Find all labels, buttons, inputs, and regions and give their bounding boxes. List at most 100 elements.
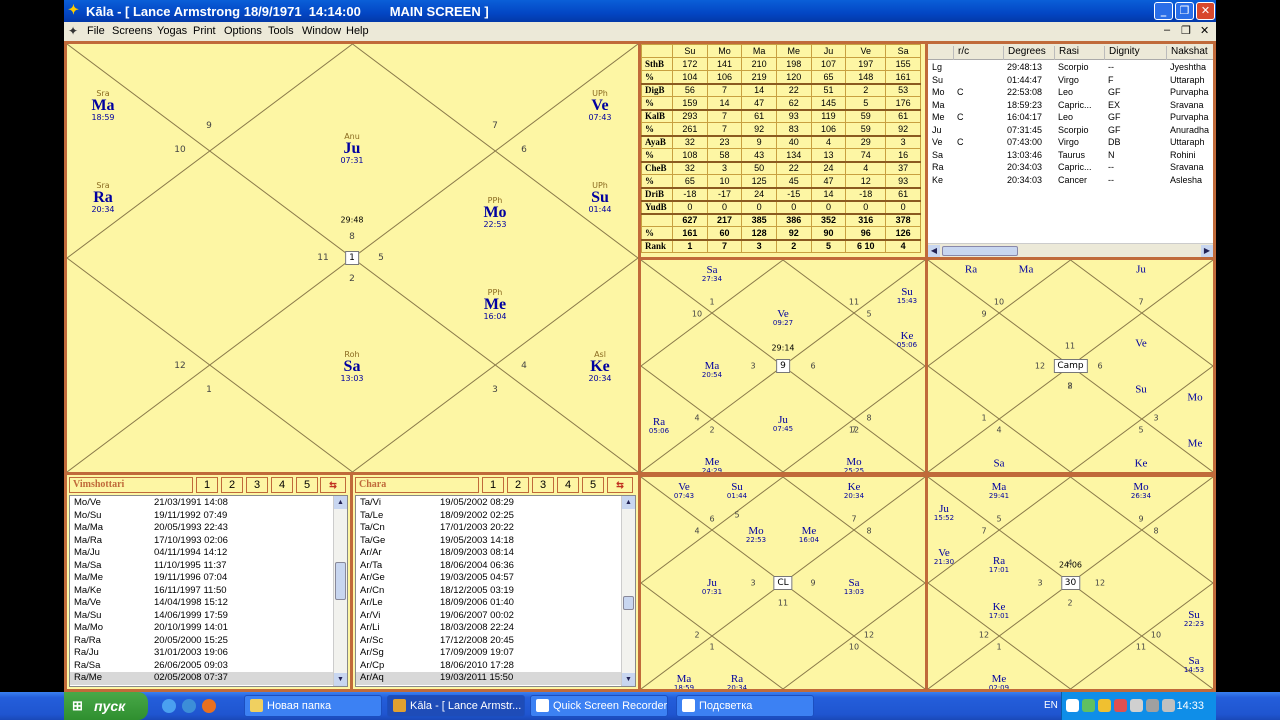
tray-icon[interactable] [1162, 699, 1175, 712]
minimize-button[interactable]: _ [1154, 2, 1173, 20]
center-box[interactable]: Camp [1053, 359, 1088, 373]
dasha-row[interactable]: Ar/Le 18/09/2006 01:40 [356, 597, 635, 610]
scroll-up-icon[interactable]: ▲ [622, 496, 635, 509]
table-row[interactable]: Mo C 22:53:08 Leo GF Purvapha [928, 87, 1213, 99]
dasha-row[interactable]: Ar/Cn 18/12/2005 03:19 [356, 585, 635, 598]
task-kala[interactable]: Kāla - [ Lance Armstr... [387, 695, 525, 717]
tray-icon[interactable] [1098, 699, 1111, 712]
title-bar[interactable]: ✦ Kāla - [ Lance Armstrong 18/9/1971 14:… [64, 0, 1216, 22]
scroll-down-icon[interactable]: ▼ [334, 673, 347, 686]
dasha-row[interactable]: Ar/Sc 17/12/2008 20:45 [356, 635, 635, 648]
app-menu-icon[interactable]: ✦ [68, 24, 78, 38]
dasha-row[interactable]: Ta/Cn 17/01/2003 20:22 [356, 522, 635, 535]
table-row[interactable]: Lg 29:48:13 Scorpio -- Jyeshtha [928, 62, 1213, 74]
dasha-row[interactable]: Ar/Ge 19/03/2005 04:57 [356, 572, 635, 585]
menu-window[interactable]: Window [302, 25, 341, 37]
mdi-restore-icon[interactable]: ❐ [1181, 24, 1191, 37]
center-box[interactable]: CL [773, 576, 793, 590]
cl-chart[interactable]: Ve 07:43 Su 01:44 Ke 20:34 Mo 22:53 Me 16:04 Ju 07:… [641, 477, 925, 689]
menu-options[interactable]: Options [224, 25, 262, 37]
dasha-row[interactable]: Mo/Ve 21/03/1991 14:08 [70, 497, 347, 510]
swap-arrows-icon[interactable]: ⇆ [320, 477, 346, 493]
dasha-row[interactable]: Ta/Le 18/09/2002 02:25 [356, 510, 635, 523]
dasha-row[interactable]: Ra/Ju 31/01/2003 19:06 [70, 647, 347, 660]
task-new-folder[interactable]: Новая папка [244, 695, 382, 717]
tray-icon[interactable] [1146, 699, 1159, 712]
dasha-row[interactable]: Ar/Ar 18/09/2003 08:14 [356, 547, 635, 560]
navamsa-chart[interactable]: Sa 27:34 Su 15:43 Ve 09:27 Ke 05:06 Ma 20:54 Ra 05:… [641, 260, 925, 472]
menu-tools[interactable]: Tools [268, 25, 294, 37]
scroll-left-icon[interactable]: ◀ [928, 245, 940, 257]
tray-icon[interactable] [1082, 699, 1095, 712]
table-row[interactable]: Ve C 07:43:00 Virgo DB Uttaraph [928, 137, 1213, 149]
level-4-button[interactable]: 4 [557, 477, 579, 493]
menu-screens[interactable]: Screens [112, 25, 152, 37]
level-3-button[interactable]: 3 [246, 477, 268, 493]
scroll-thumb[interactable] [335, 562, 346, 600]
dasha-row[interactable]: Ma/Ju 04/11/1994 14:12 [70, 547, 347, 560]
tray-icon[interactable] [1130, 699, 1143, 712]
level-4-button[interactable]: 4 [271, 477, 293, 493]
center-box[interactable]: 30 [1060, 576, 1081, 590]
scroll-thumb[interactable] [942, 246, 1018, 256]
level-2-button[interactable]: 2 [507, 477, 529, 493]
swap-arrows-icon[interactable]: ⇆ [607, 477, 633, 493]
table-row[interactable]: Ra 20:34:03 Capric... -- Sravana [928, 162, 1213, 174]
menu-yogas[interactable]: Yogas [157, 25, 187, 37]
ie-icon[interactable] [182, 699, 196, 713]
menu-help[interactable]: Help [346, 25, 369, 37]
dasha-row[interactable]: Ra/Me 02/05/2008 07:37 [70, 672, 347, 685]
level-5-button[interactable]: 5 [296, 477, 318, 493]
table-row[interactable]: Sa 13:03:46 Taurus N Rohini [928, 150, 1213, 162]
dasha-row[interactable]: Ar/Sg 17/09/2009 19:07 [356, 647, 635, 660]
table-row[interactable]: Ju 07:31:45 Scorpio GF Anuradha [928, 125, 1213, 137]
ascendant-box[interactable]: 1 [345, 251, 359, 265]
dasha-list[interactable]: Ta/Vi 19/05/2002 08:29 Ta/Le 18/09/2002 02:… [355, 495, 636, 687]
dasha-row[interactable]: Ma/Ve 14/04/1998 15:12 [70, 597, 347, 610]
dasha-row[interactable]: Ra/Sa 26/06/2005 09:03 [70, 660, 347, 673]
camp-chart[interactable]: Ra Ma Ju Ve Su Mo Me Sa Ke 10 9 11 8 7 12 6 2 1 4 3 5 Camp [928, 260, 1213, 472]
level-1-button[interactable]: 1 [196, 477, 218, 493]
level-2-button[interactable]: 2 [221, 477, 243, 493]
mdi-minimize-icon[interactable]: – [1164, 24, 1170, 36]
task-screen-recorder[interactable]: Quick Screen Recorder [530, 695, 668, 717]
vertical-scrollbar[interactable]: ▲ ▼ [621, 496, 635, 686]
center-box[interactable]: 9 [776, 359, 790, 373]
table-row[interactable]: Su 01:44:47 Virgo F Uttaraph [928, 75, 1213, 87]
level-5-button[interactable]: 5 [582, 477, 604, 493]
dasha-row[interactable]: Ra/Ra 20/05/2000 15:25 [70, 635, 347, 648]
table-row[interactable]: Ke 20:34:03 Cancer -- Aslesha [928, 175, 1213, 187]
dasha-row[interactable]: Ta/Ge 19/05/2003 14:18 [356, 535, 635, 548]
language-indicator[interactable]: EN [1044, 700, 1058, 711]
clock[interactable]: 14:33 [1176, 700, 1204, 712]
dasha-list[interactable]: Mo/Ve 21/03/1991 14:08 Mo/Su 19/11/1992 07:… [69, 495, 348, 687]
table-row[interactable]: Ma 18:59:23 Capric... EX Sravana [928, 100, 1213, 112]
scroll-down-icon[interactable]: ▼ [622, 673, 635, 686]
menu-file[interactable]: File [87, 25, 105, 37]
dasha-row[interactable]: Ar/Li 18/03/2008 22:24 [356, 622, 635, 635]
d30-chart[interactable]: Ma 29:41 Mo 26:34 Ju 15:52 Ve 21:30 Ra 17:01 Ke 17:… [928, 477, 1213, 689]
tray-icon[interactable] [1066, 699, 1079, 712]
start-button[interactable]: ⊞ пуск [64, 692, 148, 720]
table-row[interactable]: Me C 16:04:17 Leo GF Purvapha [928, 112, 1213, 124]
scroll-thumb[interactable] [623, 596, 634, 610]
dasha-row[interactable]: Ma/Ke 16/11/1997 11:50 [70, 585, 347, 598]
dasha-row[interactable]: Ma/Ra 17/10/1993 02:06 [70, 535, 347, 548]
dasha-row[interactable]: Ma/Me 19/11/1996 07:04 [70, 572, 347, 585]
dasha-row[interactable]: Ma/Mo 20/10/1999 14:01 [70, 622, 347, 635]
dasha-row[interactable]: Ma/Ma 20/05/1993 22:43 [70, 522, 347, 535]
dasha-row[interactable]: Ma/Sa 11/10/1995 11:37 [70, 560, 347, 573]
scroll-right-icon[interactable]: ▶ [1201, 245, 1213, 257]
dasha-row[interactable]: Ta/Vi 19/05/2002 08:29 [356, 497, 635, 510]
ie-icon[interactable] [162, 699, 176, 713]
dasha-row[interactable]: Ar/Ta 18/06/2004 06:36 [356, 560, 635, 573]
firefox-icon[interactable] [202, 699, 216, 713]
level-3-button[interactable]: 3 [532, 477, 554, 493]
vertical-scrollbar[interactable]: ▲ ▼ [333, 496, 347, 686]
dasha-row[interactable]: Ar/Vi 19/06/2007 00:02 [356, 610, 635, 623]
tray-icon[interactable] [1114, 699, 1127, 712]
mdi-close-icon[interactable]: ✕ [1200, 24, 1209, 37]
scroll-up-icon[interactable]: ▲ [334, 496, 347, 509]
dasha-row[interactable]: Ma/Su 14/06/1999 17:59 [70, 610, 347, 623]
menu-print[interactable]: Print [193, 25, 216, 37]
